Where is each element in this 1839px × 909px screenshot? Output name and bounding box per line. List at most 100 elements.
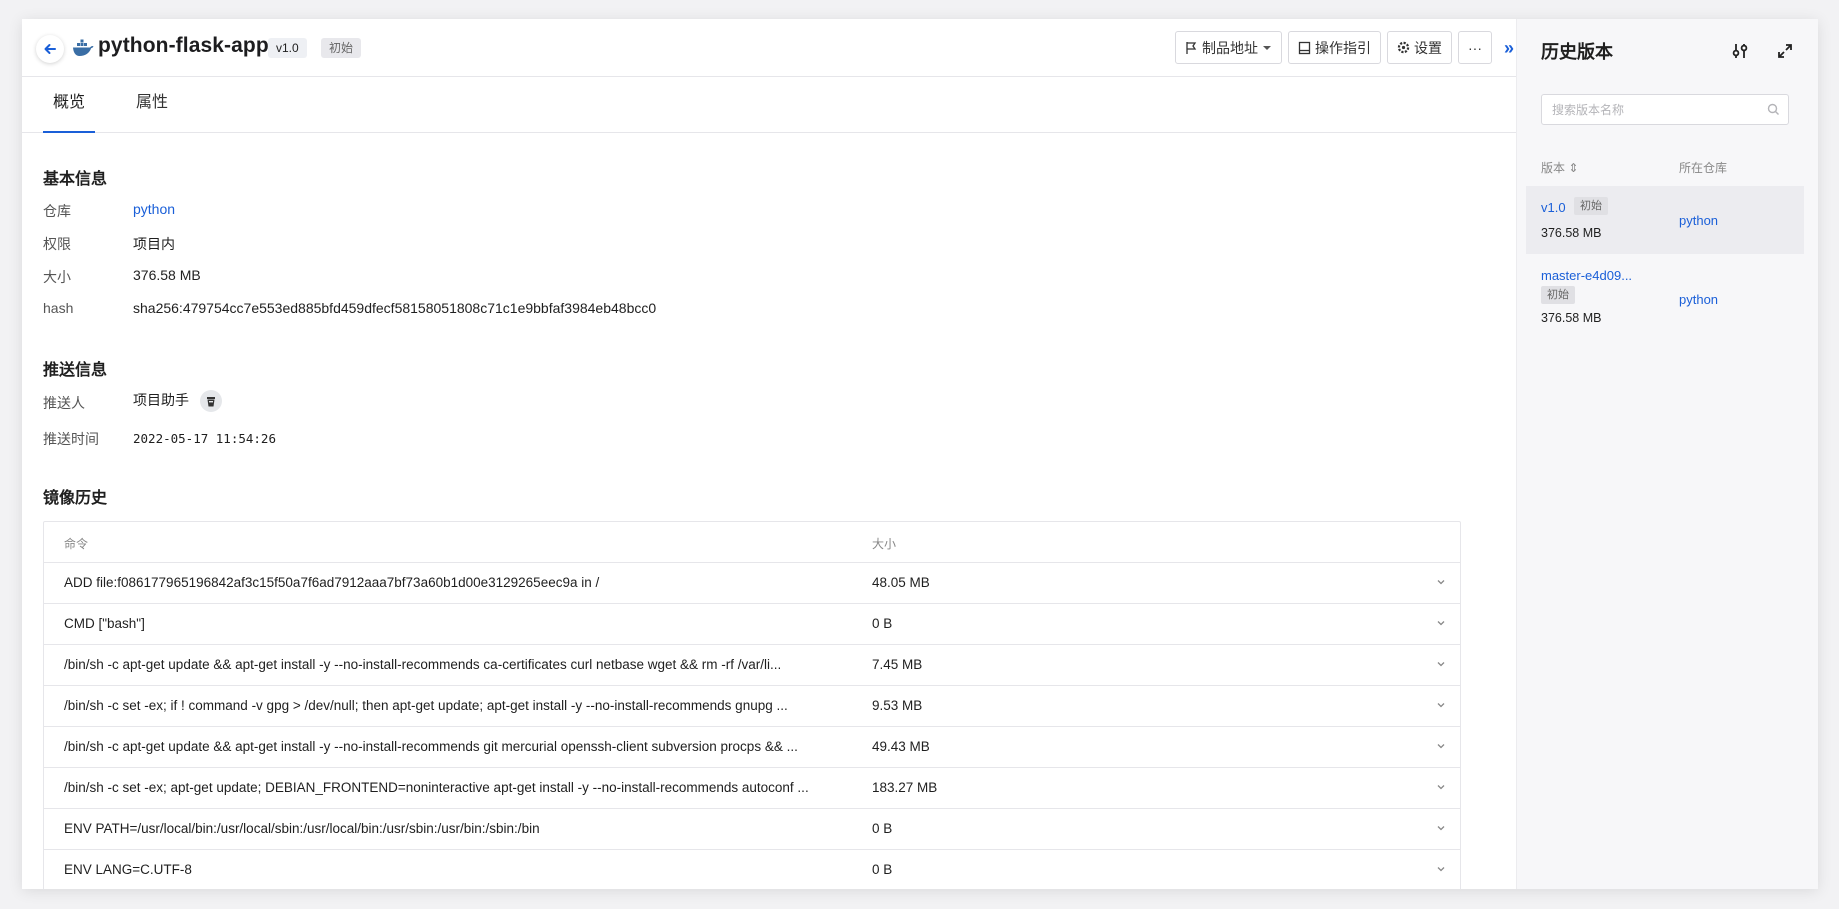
field-label-permission: 权限 <box>43 236 71 252</box>
guide-button[interactable]: 操作指引 <box>1288 31 1381 64</box>
table-header: 命令 大小 <box>44 522 1460 563</box>
search-icon <box>1767 103 1779 115</box>
caret-down-icon <box>1263 45 1271 50</box>
window: python-flask-app v1.0 初始 制品地址 操作指引 设置 ··… <box>22 19 1818 889</box>
status-badge: 初始 <box>1574 197 1608 215</box>
avatar <box>199 390 222 413</box>
version-size: 376.58 MB <box>1541 311 1602 325</box>
artifact-address-button[interactable]: 制品地址 <box>1175 31 1282 64</box>
col-version-sortable[interactable]: 版本 ⇕ <box>1541 159 1578 176</box>
side-panel-title: 历史版本 <box>1541 42 1613 62</box>
table-row[interactable]: ENV PATH=/usr/local/bin:/usr/local/sbin:… <box>44 809 1460 850</box>
chevron-down-icon[interactable] <box>1436 863 1446 877</box>
repo-link[interactable]: python <box>133 201 175 217</box>
version-size: 376.58 MB <box>1541 226 1602 240</box>
book-icon <box>1298 41 1311 54</box>
version-row-master[interactable]: master-e4d09... 初始 376.58 MB python <box>1526 254 1804 334</box>
field-label-hash: hash <box>43 300 74 316</box>
table-row[interactable]: /bin/sh -c apt-get update && apt-get ins… <box>44 645 1460 686</box>
chevron-down-icon[interactable] <box>1436 822 1446 836</box>
field-label-push-time: 推送时间 <box>43 431 99 447</box>
pusher: 项目助手 <box>133 390 222 413</box>
image-history-title: 镜像历史 <box>43 490 108 507</box>
col-command: 命令 <box>64 537 89 551</box>
guide-label: 操作指引 <box>1315 39 1371 56</box>
row-size: 48.05 MB <box>872 575 930 590</box>
chevron-down-icon[interactable] <box>1436 740 1446 754</box>
version-name[interactable]: master-e4d09... <box>1541 268 1632 283</box>
pusher-name: 项目助手 <box>133 392 189 408</box>
docker-whale-icon <box>73 39 94 56</box>
field-label-size: 大小 <box>43 269 71 285</box>
push-info-title: 推送信息 <box>43 362 108 379</box>
push-time: 2022-05-17 11:54:26 <box>133 431 276 446</box>
chevron-down-icon[interactable] <box>1436 658 1446 672</box>
col-repo: 所在仓库 <box>1679 161 1728 175</box>
table-body: ADD file:f086177965196842af3c15f50a7f6ad… <box>44 563 1460 889</box>
version-repo-link[interactable]: python <box>1679 292 1718 307</box>
tab-properties[interactable]: 属性 <box>126 77 178 133</box>
settings-label: 设置 <box>1414 39 1442 56</box>
row-size: 49.43 MB <box>872 739 930 754</box>
status-badge: 初始 <box>321 38 362 58</box>
version-repo-link[interactable]: python <box>1679 213 1718 228</box>
settings-button[interactable]: 设置 <box>1387 31 1452 64</box>
row-size: 9.53 MB <box>872 698 923 713</box>
row-command: ENV PATH=/usr/local/bin:/usr/local/sbin:… <box>64 821 540 836</box>
row-command: ADD file:f086177965196842af3c15f50a7f6ad… <box>64 575 600 590</box>
table-row[interactable]: CMD ["bash"] 0 B <box>44 604 1460 645</box>
chevron-down-icon[interactable] <box>1436 576 1446 590</box>
field-value-size: 376.58 MB <box>133 267 201 283</box>
robot-avatar-icon <box>206 397 215 407</box>
collapse-panel-icon[interactable]: » <box>1504 39 1514 57</box>
row-size: 183.27 MB <box>872 780 938 795</box>
image-history-table: 命令 大小 ADD file:f086177965196842af3c15f50… <box>43 521 1461 889</box>
field-value-permission: 项目内 <box>133 236 175 252</box>
flag-icon <box>1186 41 1197 54</box>
row-size: 0 B <box>872 862 893 877</box>
tab-bar: 概览 属性 <box>22 77 1516 133</box>
row-command: CMD ["bash"] <box>64 616 145 631</box>
back-button[interactable] <box>36 35 64 63</box>
field-label-repo: 仓库 <box>43 203 71 219</box>
row-command: /bin/sh -c apt-get update && apt-get ins… <box>64 739 798 754</box>
gear-icon <box>1397 41 1410 54</box>
row-command: ENV LANG=C.UTF-8 <box>64 862 192 877</box>
expand-icon[interactable] <box>1775 41 1795 61</box>
col-size: 大小 <box>872 537 897 551</box>
table-row[interactable]: /bin/sh -c set -ex; apt-get update; DEBI… <box>44 768 1460 809</box>
field-value-hash: sha256:479754cc7e553ed885bfd459dfecf5815… <box>133 300 657 316</box>
table-row[interactable]: /bin/sh -c apt-get update && apt-get ins… <box>44 727 1460 768</box>
main-panel: python-flask-app v1.0 初始 制品地址 操作指引 设置 ··… <box>22 19 1516 889</box>
table-row[interactable]: /bin/sh -c set -ex; if ! command -v gpg … <box>44 686 1460 727</box>
version-history-panel: 历史版本 版本 ⇕ 所在仓库 v1.0 初始 376.58 MB python <box>1516 19 1818 889</box>
chevron-down-icon[interactable] <box>1436 781 1446 795</box>
basic-info-title: 基本信息 <box>43 171 108 188</box>
top-bar: python-flask-app v1.0 初始 制品地址 操作指引 设置 ··… <box>22 19 1516 77</box>
table-row[interactable]: ADD file:f086177965196842af3c15f50a7f6ad… <box>44 563 1460 604</box>
row-command: /bin/sh -c apt-get update && apt-get ins… <box>64 657 782 672</box>
row-size: 0 B <box>872 821 893 836</box>
page-title: python-flask-app <box>98 34 269 57</box>
status-badge: 初始 <box>1541 286 1575 304</box>
chevron-down-icon[interactable] <box>1436 617 1446 631</box>
toolbar: 制品地址 操作指引 设置 ··· <box>1175 31 1492 64</box>
more-icon: ··· <box>1468 39 1482 56</box>
version-row-v1.0[interactable]: v1.0 初始 376.58 MB python <box>1526 186 1804 254</box>
version-search <box>1541 94 1789 125</box>
row-command: /bin/sh -c set -ex; if ! command -v gpg … <box>64 698 788 713</box>
filter-sliders-icon[interactable] <box>1730 41 1750 61</box>
version-tag: v1.0 <box>268 38 307 58</box>
row-size: 7.45 MB <box>872 657 923 672</box>
artifact-address-label: 制品地址 <box>1202 39 1258 56</box>
row-size: 0 B <box>872 616 893 631</box>
chevron-down-icon[interactable] <box>1436 699 1446 713</box>
table-row[interactable]: ENV LANG=C.UTF-8 0 B <box>44 850 1460 889</box>
arrow-left-icon <box>44 44 56 54</box>
tab-overview[interactable]: 概览 <box>43 77 96 133</box>
version-name[interactable]: v1.0 <box>1541 200 1566 215</box>
search-input[interactable] <box>1542 95 1752 124</box>
more-button[interactable]: ··· <box>1458 31 1492 64</box>
field-label-pusher: 推送人 <box>43 395 85 411</box>
row-command: /bin/sh -c set -ex; apt-get update; DEBI… <box>64 780 809 795</box>
